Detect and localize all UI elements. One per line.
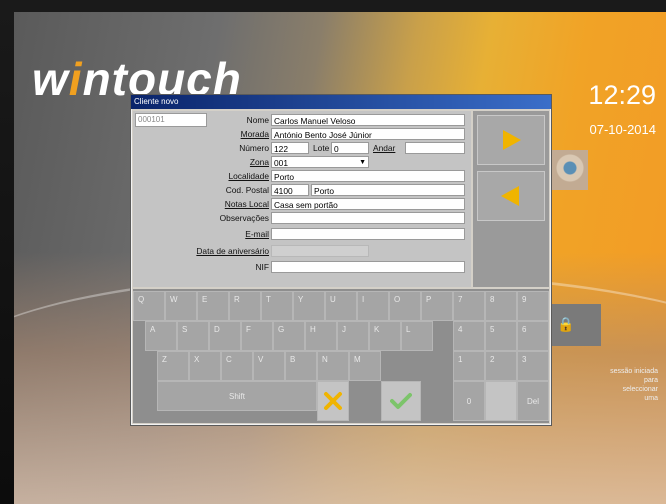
key-v[interactable]: V: [253, 351, 285, 381]
shift-key[interactable]: Shift: [157, 381, 317, 411]
key-u[interactable]: U: [325, 291, 357, 321]
client-code-field[interactable]: 000101: [135, 113, 207, 127]
arrow-left-icon: [501, 186, 519, 206]
x-icon: [324, 392, 342, 410]
numero-field[interactable]: 122: [271, 142, 309, 154]
nome-label: Nome: [246, 115, 269, 125]
checkmark-icon: [390, 393, 412, 409]
client-form: 000101 Nome Carlos Manuel Veloso Morada …: [133, 111, 471, 287]
key-h[interactable]: H: [305, 321, 337, 351]
user-photo: [548, 150, 588, 190]
key-c[interactable]: C: [221, 351, 253, 381]
numero-label: Número: [239, 143, 269, 153]
key-z[interactable]: Z: [157, 351, 189, 381]
aniversario-field[interactable]: [271, 245, 369, 257]
lote-label: Lote: [313, 143, 330, 153]
key-3[interactable]: 3: [517, 351, 549, 381]
key-i[interactable]: I: [357, 291, 389, 321]
localidade-label: Localidade: [228, 171, 269, 181]
morada-field[interactable]: António Bento José Júnior: [271, 128, 465, 140]
zona-label: Zona: [249, 157, 269, 167]
nif-label: NIF: [255, 262, 270, 272]
arrow-right-icon: [503, 130, 521, 150]
key-k[interactable]: K: [369, 321, 401, 351]
key-q[interactable]: Q: [133, 291, 165, 321]
key-0[interactable]: 0: [453, 381, 485, 421]
nome-field[interactable]: Carlos Manuel Veloso: [271, 114, 465, 126]
aniversario-label: Data de aniversário: [196, 246, 269, 256]
lock-icon: 🔒: [557, 316, 575, 332]
key-m[interactable]: M: [349, 351, 381, 381]
next-button[interactable]: [477, 115, 545, 165]
key-l[interactable]: L: [401, 321, 433, 351]
background-tile: 🔒: [549, 304, 601, 346]
key-blank[interactable]: [485, 381, 517, 421]
andar-field[interactable]: [405, 142, 465, 154]
email-field[interactable]: [271, 228, 465, 240]
key-s[interactable]: S: [177, 321, 209, 351]
email-label: E-mail: [245, 229, 269, 239]
key-x[interactable]: X: [189, 351, 221, 381]
andar-label: Andar: [373, 143, 396, 153]
key-7[interactable]: 7: [453, 291, 485, 321]
key-8[interactable]: 8: [485, 291, 517, 321]
new-client-dialog: Cliente novo 000101 Nome Carlos Manuel V…: [130, 94, 552, 426]
key-a[interactable]: A: [145, 321, 177, 351]
nif-field[interactable]: [271, 261, 465, 273]
chevron-down-icon[interactable]: ▼: [359, 157, 366, 167]
key-2[interactable]: 2: [485, 351, 517, 381]
key-p[interactable]: P: [421, 291, 453, 321]
codpostal-city-field[interactable]: Porto: [311, 184, 465, 196]
key-d[interactable]: D: [209, 321, 241, 351]
date: 07-10-2014: [589, 122, 657, 137]
key-g[interactable]: G: [273, 321, 305, 351]
key-6[interactable]: 6: [517, 321, 549, 351]
observacoes-label: Observações: [219, 213, 269, 223]
codpostal-field[interactable]: 4100: [271, 184, 309, 196]
key-j[interactable]: J: [337, 321, 369, 351]
key-w[interactable]: W: [165, 291, 197, 321]
localidade-field[interactable]: Porto: [271, 170, 465, 182]
codpostal-label: Cod. Postal: [225, 185, 269, 195]
key-e[interactable]: E: [197, 291, 229, 321]
lote-field[interactable]: 0: [331, 142, 369, 154]
cancel-button[interactable]: [317, 381, 349, 421]
observacoes-field[interactable]: [271, 212, 465, 224]
key-o[interactable]: O: [389, 291, 421, 321]
key-1[interactable]: 1: [453, 351, 485, 381]
key-t[interactable]: T: [261, 291, 293, 321]
key-5[interactable]: 5: [485, 321, 517, 351]
delete-key[interactable]: Del: [517, 381, 549, 421]
navigation-panel: [473, 111, 549, 287]
key-y[interactable]: Y: [293, 291, 325, 321]
previous-button[interactable]: [477, 171, 545, 221]
morada-label: Morada: [240, 129, 269, 139]
notas-field[interactable]: Casa sem portão: [271, 198, 465, 210]
onscreen-keyboard: Q W E R T Y U I O P A S D F G H J K L Z …: [133, 289, 549, 423]
confirm-button[interactable]: [381, 381, 421, 421]
zona-select[interactable]: 001 ▼: [271, 156, 369, 168]
key-n[interactable]: N: [317, 351, 349, 381]
key-9[interactable]: 9: [517, 291, 549, 321]
key-b[interactable]: B: [285, 351, 317, 381]
key-4[interactable]: 4: [453, 321, 485, 351]
key-r[interactable]: R: [229, 291, 261, 321]
background-side-text: sessão iniciada para seleccionar uma: [610, 368, 658, 402]
dialog-title: Cliente novo: [131, 95, 551, 109]
notas-label: Notas Local: [224, 199, 269, 209]
key-f[interactable]: F: [241, 321, 273, 351]
clock: 12:29: [588, 80, 656, 110]
